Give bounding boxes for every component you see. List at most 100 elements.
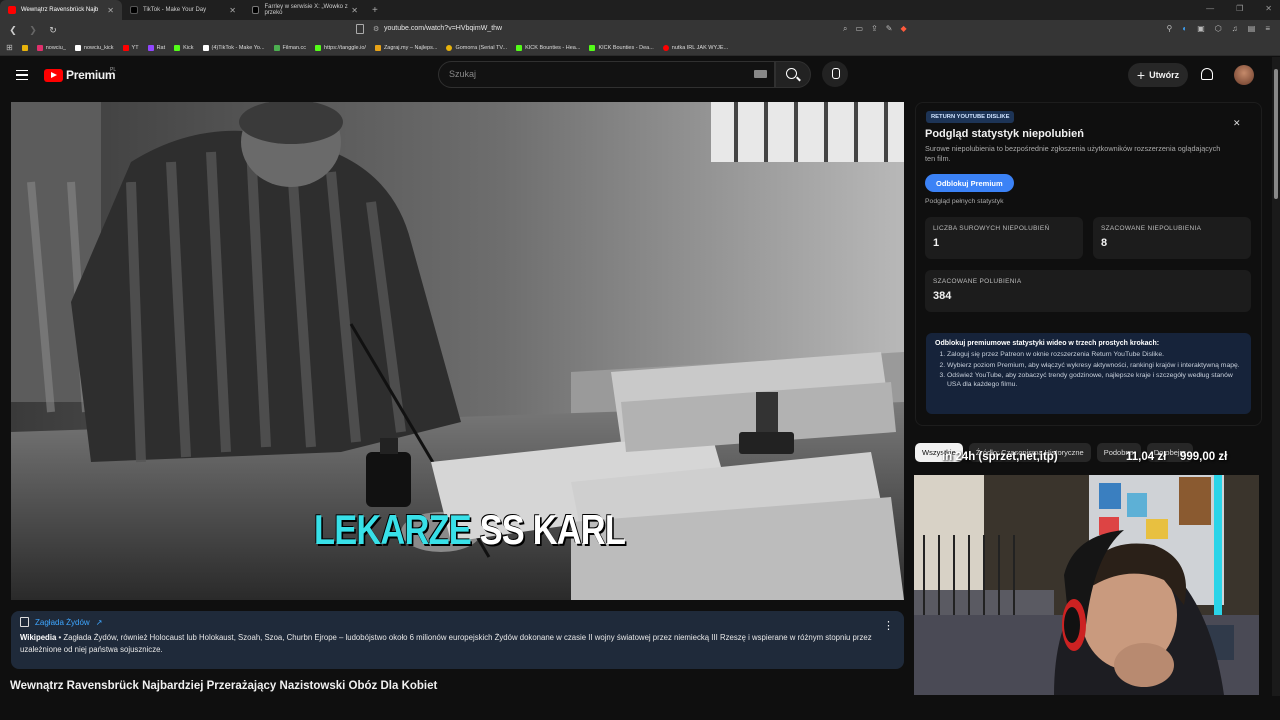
webcam-illustration xyxy=(914,475,1259,695)
bookmark-item[interactable]: Rat xyxy=(147,44,165,51)
reload-icon[interactable]: ↻ xyxy=(46,25,60,36)
stat-value: 8 xyxy=(1101,237,1108,249)
stat-raw-dislikes: LICZBA SUROWYCH NIEPOLUBIEŃ 1 xyxy=(925,217,1083,259)
back-icon[interactable]: ❮ xyxy=(6,25,20,36)
topic-link[interactable]: Zagłada Żydów ↗ xyxy=(20,617,895,627)
url-field[interactable]: youtube.com/watch?v=HVbqimW_thw xyxy=(384,25,502,32)
bookmark-item[interactable]: https://tanggle.io/ xyxy=(315,44,366,51)
bookmark-label: nutka IRL JAK WYJE... xyxy=(671,44,729,51)
bookmark-item[interactable]: (4)TikTok - Make Yo... xyxy=(202,44,265,51)
kick-icon xyxy=(516,44,523,51)
bookmark-label: YT xyxy=(131,44,139,51)
keyboard-icon[interactable] xyxy=(754,70,767,78)
steps-title: Odblokuj premiumowe statystyki wideo w t… xyxy=(935,340,1160,347)
youtube-favicon-icon xyxy=(8,6,16,14)
bookmark-item[interactable]: Filman.cc xyxy=(273,44,306,51)
bookmark-item[interactable]: Kick xyxy=(174,44,194,51)
site-info-icon[interactable]: ⚙ xyxy=(373,25,379,33)
bookmark-item[interactable]: nowciu_ xyxy=(36,44,66,51)
address-bar-row: ❮ ❯ ↻ xyxy=(0,20,1280,40)
menu-icon[interactable]: ≡ xyxy=(1265,24,1270,33)
maximize-icon[interactable]: ❐ xyxy=(1236,4,1243,13)
page-scrollbar[interactable] xyxy=(1272,57,1280,720)
stat-estimated-likes: SZACOWANE POLUBIENIA 384 xyxy=(925,270,1251,312)
bookmark-label: KICK Bounties - Dea... xyxy=(598,44,654,51)
brave-shield-icon[interactable]: ◆ xyxy=(900,24,906,34)
stream-goal-target: 999,00 zł xyxy=(1180,451,1228,463)
zoom-icon[interactable]: ⌕ xyxy=(843,24,847,34)
topic-description: Wikipedia • Zagłada Żydów, również Holoc… xyxy=(20,632,888,656)
plus-icon: + xyxy=(1136,67,1146,83)
close-window-icon[interactable]: ✕ xyxy=(1265,4,1272,13)
twitch-icon xyxy=(147,44,154,51)
bookmark-label: Zagraj.my – Najleps... xyxy=(383,44,438,51)
bookmark-item[interactable]: nutka IRL JAK WYJE... xyxy=(662,44,729,51)
notifications-bell-icon[interactable] xyxy=(1201,68,1213,80)
close-tab-icon[interactable]: ✕ xyxy=(229,6,236,15)
step-item: Odśwież YouTube, aby zobaczyć trendy god… xyxy=(947,372,1242,389)
x-icon xyxy=(74,44,81,51)
stat-estimated-dislikes: SZACOWANE NIEPOLUBIENIA 8 xyxy=(1093,217,1251,259)
bookmark-item[interactable]: Zagraj.my – Najleps... xyxy=(374,44,438,51)
new-tab-icon[interactable]: + xyxy=(372,5,378,16)
apps-grid-icon[interactable]: ⊞ xyxy=(6,43,13,52)
wallet-icon[interactable]: ▤ xyxy=(1248,24,1256,33)
bookmark-page-icon[interactable] xyxy=(356,24,364,34)
avatar[interactable] xyxy=(1234,65,1254,85)
extension-icons: ⚲ ◐ ▣ ⬡ ♫ ▤ ≡ xyxy=(1167,24,1270,33)
stat-label: SZACOWANE NIEPOLUBIENIA xyxy=(1101,225,1202,232)
bookmark-item[interactable]: KICK Bounties - Dea... xyxy=(589,44,654,51)
edit-icon[interactable]: ✎ xyxy=(886,24,893,34)
extension-icon[interactable]: ◐ xyxy=(1182,24,1187,33)
extension-icon[interactable]: ⬡ xyxy=(1215,24,1222,33)
bookmark-item[interactable]: YT xyxy=(122,44,139,51)
browser-tab-x[interactable]: Farrley w serwisie X: „Wowko z przeko ✕ xyxy=(244,0,366,20)
info-source: Wikipedia xyxy=(20,633,57,642)
extension-icon[interactable]: ⚲ xyxy=(1167,24,1173,33)
minimize-icon[interactable]: — xyxy=(1206,4,1214,13)
tab-label: TikTok - Make Your Day xyxy=(143,7,207,13)
hamburger-menu-icon[interactable] xyxy=(16,70,28,80)
create-button[interactable]: + Utwórz xyxy=(1128,63,1188,87)
youtube-play-icon xyxy=(44,68,63,82)
stat-label: LICZBA SUROWYCH NIEPOLUBIEŃ xyxy=(933,225,1050,232)
topic-label: Zagłada Żydów xyxy=(35,617,90,627)
logo-region: PL xyxy=(110,67,117,73)
x-favicon-icon xyxy=(252,6,260,14)
browser-tab-strip: Wewnątrz Ravensbrück Najb ✕ TikTok - Mak… xyxy=(0,0,1280,20)
screen-icon[interactable]: ▭ xyxy=(855,24,863,34)
address-tools: ⌕ ▭ ⇪ ✎ ◆ xyxy=(843,24,907,34)
steps-list: Zaloguj się przez Patreon w oknie rozsze… xyxy=(935,351,1242,389)
bookmark-label: nowciu_ xyxy=(45,44,66,51)
close-tab-icon[interactable]: ✕ xyxy=(351,6,358,15)
video-subtitle: LEKARZE SS KARL xyxy=(314,506,626,554)
more-options-icon[interactable]: ⋮ xyxy=(883,619,894,632)
premium-steps-box: Odblokuj premiumowe statystyki wideo w t… xyxy=(926,333,1251,414)
voice-search-button[interactable] xyxy=(822,61,848,87)
youtube-premium-logo[interactable]: Premium PL xyxy=(44,67,117,82)
info-text: • Zagłada Żydów, również Holocaust lub H… xyxy=(20,633,872,654)
tab-label: Farrley w serwisie X: „Wowko z przeko xyxy=(264,4,348,16)
scrollbar-thumb[interactable] xyxy=(1274,69,1278,199)
window-controls: — ❐ ✕ xyxy=(1206,4,1272,13)
music-icon[interactable]: ♫ xyxy=(1232,24,1238,33)
forward-icon[interactable]: ❯ xyxy=(26,25,40,36)
browser-tab-tiktok[interactable]: TikTok - Make Your Day ✕ xyxy=(122,0,244,20)
subtitle-text: SS KARL xyxy=(479,506,626,553)
bookmark-folder[interactable] xyxy=(21,44,28,51)
close-tab-icon[interactable]: ✕ xyxy=(107,6,114,15)
browser-tab-active[interactable]: Wewnątrz Ravensbrück Najb ✕ xyxy=(0,0,122,20)
video-title: Wewnątrz Ravensbrück Najbardziej Przeraż… xyxy=(10,680,438,692)
bookmark-item[interactable]: KICK Bounties - Hea... xyxy=(516,44,580,51)
bookmark-label: Gomorra (Serial TV... xyxy=(455,44,508,51)
page-bottom xyxy=(0,696,1280,720)
close-icon[interactable]: ✕ xyxy=(1233,118,1241,129)
extension-icon[interactable]: ▣ xyxy=(1197,24,1205,33)
logo-text: Premium xyxy=(66,68,116,82)
stat-value: 1 xyxy=(933,237,940,249)
bookmark-item[interactable]: Gomorra (Serial TV... xyxy=(446,44,508,51)
search-input[interactable]: Szukaj xyxy=(438,61,775,88)
share-icon[interactable]: ⇪ xyxy=(871,24,878,34)
unlock-premium-button[interactable]: Odblokuj Premium xyxy=(925,174,1014,192)
bookmark-item[interactable]: nowciu_kick xyxy=(74,44,114,51)
